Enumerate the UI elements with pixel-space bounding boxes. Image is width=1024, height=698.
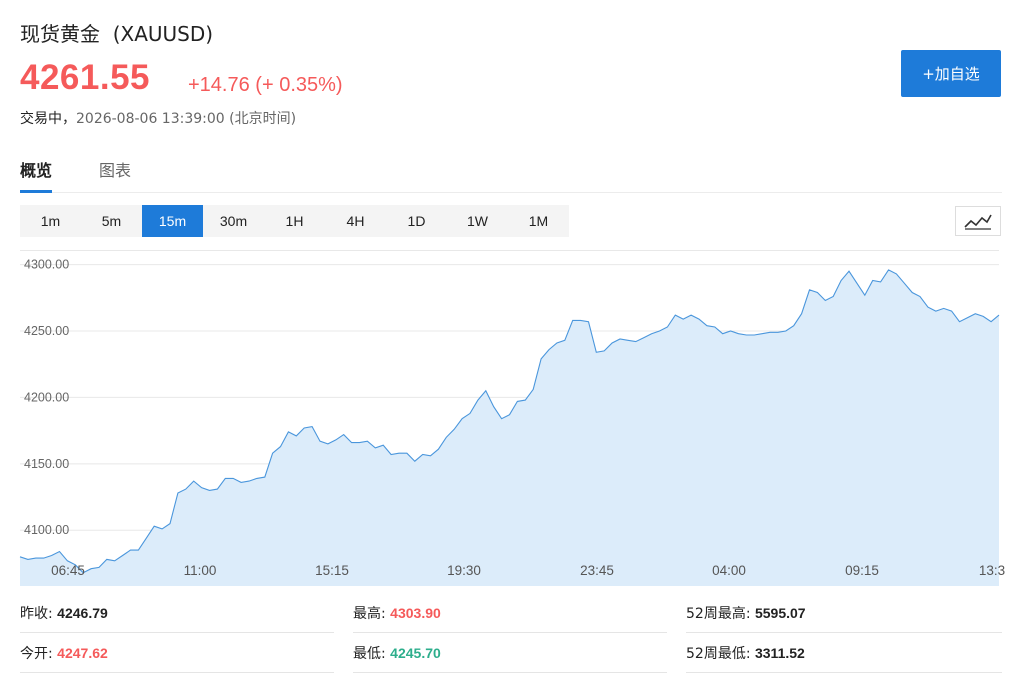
- x-tick-label: 19:30: [447, 563, 481, 578]
- price-chart[interactable]: 4300.00 4250.00 4200.00 4150.00 4100.00 06:4…: [0, 250, 1024, 590]
- x-tick-label: 13:3: [979, 563, 1005, 578]
- stat-52w-low: 52周最低: 3311.52: [686, 634, 1002, 673]
- y-tick-label: 4150.00: [24, 457, 69, 471]
- stat-value: 4246.79: [57, 605, 108, 621]
- status-label: 交易中，: [20, 111, 76, 127]
- stat-value: 4245.70: [390, 645, 441, 661]
- period-5m[interactable]: 5m: [81, 205, 142, 237]
- chart-type-button[interactable]: [955, 206, 1001, 236]
- stat-label: 52周最低:: [686, 646, 751, 662]
- y-axis-ticks: 4300.00 4250.00 4200.00 4150.00 4100.00: [24, 258, 69, 538]
- line-chart-icon: [964, 214, 992, 230]
- y-tick-label: 4100.00: [24, 523, 69, 537]
- stat-prev-close: 昨收: 4246.79: [20, 594, 334, 633]
- period-1d[interactable]: 1D: [386, 205, 447, 237]
- change-value: +14.76: [188, 74, 250, 96]
- x-tick-label: 15:15: [315, 563, 349, 578]
- stat-value: 3311.52: [754, 645, 805, 661]
- stat-label: 最低:: [353, 646, 386, 662]
- timezone: (北京时间): [229, 111, 297, 127]
- stat-label: 52周最高:: [686, 606, 751, 622]
- stat-open: 今开: 4247.62: [20, 634, 334, 673]
- stat-high: 最高: 4303.90: [353, 594, 667, 633]
- period-1m[interactable]: 1m: [20, 205, 81, 237]
- period-30m[interactable]: 30m: [203, 205, 264, 237]
- timestamp: 2026-08-06 13:39:00: [76, 111, 225, 127]
- y-tick-label: 4200.00: [24, 390, 69, 404]
- tab-chart[interactable]: 图表: [99, 157, 131, 191]
- instrument-title: 现货黄金 (XAUUSD): [20, 18, 213, 47]
- tab-bar: 概览 图表: [20, 152, 1002, 193]
- instrument-symbol: (XAUUSD): [112, 22, 214, 46]
- period-15m[interactable]: 15m: [142, 205, 203, 237]
- trading-status: 交易中，2026-08-06 13:39:00 (北京时间): [20, 108, 296, 128]
- stat-low: 最低: 4245.70: [353, 634, 667, 673]
- price-area: [20, 269, 999, 586]
- period-1mo[interactable]: 1M: [508, 205, 569, 237]
- stat-label: 最高:: [353, 606, 386, 622]
- x-tick-label: 06:45: [51, 563, 85, 578]
- x-tick-label: 23:45: [580, 563, 614, 578]
- y-tick-label: 4250.00: [24, 324, 69, 338]
- last-price: 4261.55: [20, 58, 151, 97]
- x-tick-label: 04:00: [712, 563, 746, 578]
- instrument-name: 现货黄金: [20, 22, 100, 46]
- period-selector: 1m 5m 15m 30m 1H 4H 1D 1W 1M: [20, 205, 569, 237]
- add-watchlist-button[interactable]: +加自选: [901, 50, 1001, 97]
- stat-52w-high: 52周最高: 5595.07: [686, 594, 1002, 633]
- change-percent: (+ 0.35%): [255, 74, 343, 96]
- price-change: +14.76 (+ 0.35%): [188, 74, 343, 97]
- x-tick-label: 11:00: [184, 563, 217, 578]
- stat-value: 5595.07: [754, 605, 806, 621]
- stat-value: 4303.90: [390, 605, 441, 621]
- x-tick-label: 09:15: [845, 563, 879, 578]
- tab-overview[interactable]: 概览: [20, 157, 53, 193]
- period-1h[interactable]: 1H: [264, 205, 325, 237]
- stat-value: 4247.62: [57, 645, 108, 661]
- stat-label: 昨收:: [20, 606, 53, 622]
- period-1w[interactable]: 1W: [447, 205, 508, 237]
- stat-label: 今开:: [20, 646, 53, 662]
- period-4h[interactable]: 4H: [325, 205, 386, 237]
- y-tick-label: 4300.00: [24, 258, 69, 272]
